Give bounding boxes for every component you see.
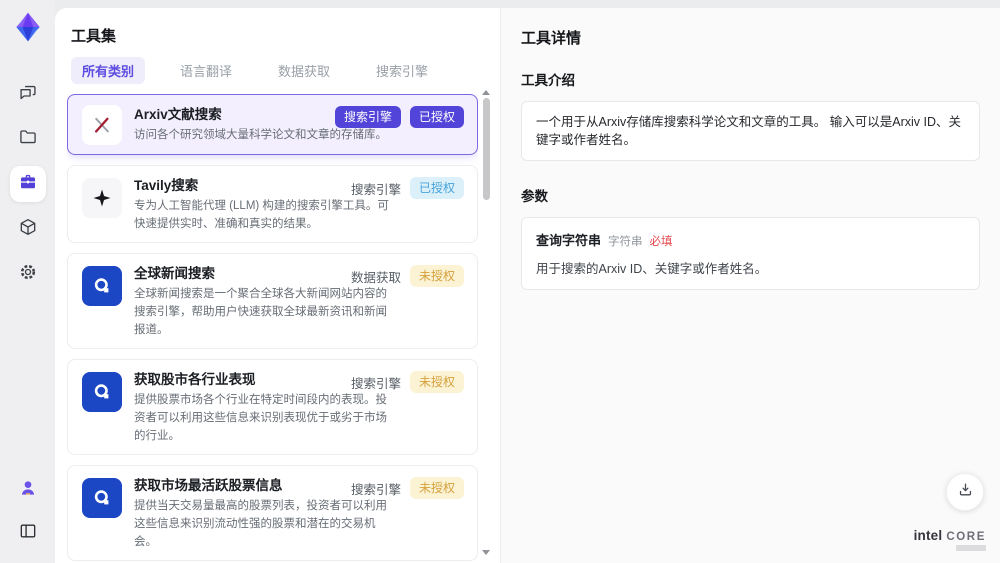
category-label: 搜索引擎 [350, 376, 401, 391]
tab-search-engine[interactable]: 搜索引擎 [365, 57, 439, 84]
global-search-logo [82, 372, 122, 412]
tool-card-list: Arxiv文献搜索 访问各个研究领域大量科学论文和文章的存储库。 搜索引擎 已授… [67, 94, 478, 563]
tool-description: 访问各个研究领域大量科学论文和文章的存储库。 [134, 129, 387, 141]
tool-card-stock-sectors[interactable]: 获取股市各行业表现 提供股票市场各个行业在特定时间段内的表现。投资者可以利用这些… [67, 359, 478, 455]
rail-nav [9, 76, 46, 292]
global-search-logo [82, 478, 122, 518]
rail-bottom [10, 472, 46, 551]
parameter-name: 查询字符串 [536, 233, 602, 248]
tool-card-tavily[interactable]: Tavily搜索 专为人工智能代理 (LLM) 构建的搜索引擎工具。可快速提供实… [67, 165, 478, 243]
tab-data-fetch[interactable]: 数据获取 [267, 57, 341, 84]
params-heading: 参数 [521, 189, 548, 204]
main-surface: 工具集 所有类别 语言翻译 数据获取 搜索引擎 Arxiv文献搜索 访问各个研究… [55, 8, 1000, 563]
category-badge: 搜索引擎 [334, 106, 401, 128]
details-title: 工具详情 [521, 30, 582, 47]
sidebar-item-models[interactable] [10, 211, 46, 247]
status-badge: 未授权 [409, 477, 464, 499]
icon-rail [0, 0, 55, 563]
tab-language-translation[interactable]: 语言翻译 [169, 57, 243, 84]
status-badge: 未授权 [409, 265, 464, 287]
briefcase-icon [18, 172, 38, 197]
intro-heading: 工具介绍 [521, 73, 575, 88]
tool-card-global-news[interactable]: 全球新闻搜索 全球新闻搜索是一个聚合全球各大新闻网站内容的搜索引擎，帮助用户快速… [67, 253, 478, 349]
folder-icon [18, 127, 38, 152]
list-scrollbar[interactable] [481, 90, 491, 555]
gear-icon [18, 262, 38, 287]
app-window: 工具集 所有类别 语言翻译 数据获取 搜索引擎 Arxiv文献搜索 访问各个研究… [0, 0, 1000, 563]
tool-card-active-stocks[interactable]: 获取市场最活跃股票信息 提供当天交易量最高的股票列表，投资者可以利用这些信息来识… [67, 465, 478, 561]
category-label: 搜索引擎 [350, 182, 401, 197]
sidebar-item-files[interactable] [10, 121, 46, 157]
chat-bubbles-icon [18, 82, 38, 107]
tavily-star-logo [82, 178, 122, 218]
scrollbar-thumb[interactable] [482, 98, 490, 200]
parameter-description: 用于搜索的Arxiv ID、关键字或作者姓名。 [536, 262, 768, 276]
download-icon [957, 481, 974, 503]
scroll-up-icon[interactable] [482, 90, 490, 95]
sidebar-item-settings[interactable] [10, 256, 46, 292]
intel-core-logo: intel core [914, 528, 986, 551]
download-button[interactable] [946, 473, 984, 511]
status-badge: 已授权 [409, 106, 464, 128]
sidebar-item-chat[interactable] [10, 76, 46, 112]
cube-icon [18, 217, 38, 242]
status-badge: 未授权 [409, 371, 464, 393]
category-label: 搜索引擎 [350, 482, 401, 497]
tool-intro-text: 一个用于从Arxiv存储库搜索科学论文和文章的工具。 输入可以是Arxiv ID… [521, 101, 980, 161]
category-label: 数据获取 [350, 270, 401, 285]
tool-card-arxiv[interactable]: Arxiv文献搜索 访问各个研究领域大量科学论文和文章的存储库。 搜索引擎 已授… [67, 94, 478, 155]
tool-list-panel: 工具集 所有类别 语言翻译 数据获取 搜索引擎 Arxiv文献搜索 访问各个研究… [55, 8, 500, 563]
global-search-logo [82, 266, 122, 306]
status-badge: 已授权 [409, 177, 464, 199]
sidebar-item-tools[interactable] [9, 166, 46, 202]
scroll-down-icon[interactable] [482, 550, 490, 555]
panel-toggle-icon [18, 521, 38, 546]
arxiv-logo [82, 105, 122, 145]
brand-word-core: core [946, 531, 986, 543]
tool-details-panel: 工具详情 工具介绍 一个用于从Arxiv存储库搜索科学论文和文章的工具。 输入可… [500, 8, 1000, 563]
tool-description: 专为人工智能代理 (LLM) 构建的搜索引擎工具。可快速提供实时、准确和真实的结… [134, 200, 389, 230]
parameter-required-badge: 必填 [649, 236, 673, 248]
sidebar-item-collapse[interactable] [10, 515, 46, 551]
parameter-type: 字符串 [608, 236, 643, 248]
brand-word-intel: intel [913, 528, 943, 543]
user-icon [18, 478, 38, 503]
tab-all-categories[interactable]: 所有类别 [71, 57, 146, 84]
sidebar-item-profile[interactable] [10, 472, 46, 508]
tool-description: 提供当天交易量最高的股票列表，投资者可以利用这些信息来识别流动性强的股票和潜在的… [134, 500, 387, 548]
brand-badge-bar [956, 545, 986, 551]
category-tabs: 所有类别 语言翻译 数据获取 搜索引擎 [71, 57, 500, 84]
parameter-item: 查询字符串 字符串 必填 用于搜索的Arxiv ID、关键字或作者姓名。 [521, 217, 980, 290]
app-logo-icon [11, 10, 45, 44]
tool-description: 提供股票市场各个行业在特定时间段内的表现。投资者可以利用这些信息来识别表现优于或… [134, 394, 387, 442]
page-title: 工具集 [71, 28, 117, 45]
tool-description: 全球新闻搜索是一个聚合全球各大新闻网站内容的搜索引擎，帮助用户快速获取全球最新资… [134, 288, 387, 336]
